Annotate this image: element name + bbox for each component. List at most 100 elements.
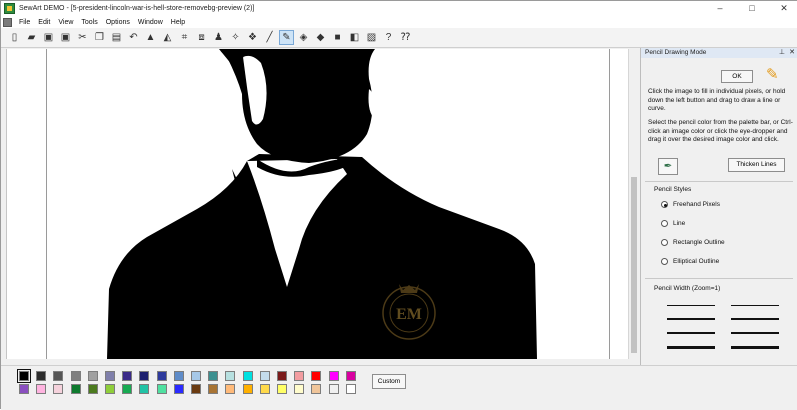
convert-button[interactable]: ◧ [347,30,362,45]
style-freehand[interactable]: Freehand Pixels [661,201,720,208]
style-rectangle[interactable]: Rectangle Outline [661,239,725,246]
color-swatch[interactable] [156,371,167,381]
cut-button[interactable]: ✂ [75,30,90,45]
color-swatch[interactable] [191,384,201,394]
new-file-button[interactable]: ▯ [7,30,22,45]
lincoln-silhouette-image[interactable]: EM [47,49,609,359]
undo-button[interactable]: ↶ [126,30,141,45]
eraser-button[interactable]: ◆ [313,30,328,45]
color-swatch[interactable] [345,384,356,394]
width-option-8[interactable] [731,346,779,349]
color-swatch[interactable] [17,369,31,383]
thicken-lines-button[interactable]: Thicken Lines [728,158,785,172]
width-option-6[interactable] [731,332,779,334]
color-swatch[interactable] [208,384,219,394]
color-swatch[interactable] [277,371,287,381]
menu-view[interactable]: View [54,19,77,26]
color-swatch[interactable] [328,371,339,381]
minimize-button[interactable]: – [709,1,731,16]
color-swatch[interactable] [225,371,236,381]
color-swatch[interactable] [36,371,47,381]
color-swatch[interactable] [70,371,81,381]
color-swatch[interactable] [294,384,305,394]
color-merge-button[interactable]: ❖ [245,30,260,45]
color-swatch[interactable] [105,384,115,394]
color-swatch[interactable] [191,371,201,381]
pin-icon[interactable]: ⊥ [779,48,785,58]
color-swatch[interactable] [242,371,253,381]
menu-edit[interactable]: Edit [34,19,54,26]
width-option-7[interactable] [667,346,715,349]
width-option-2[interactable] [731,305,779,306]
scrollbar-thumb[interactable] [631,177,637,353]
color-swatch[interactable] [19,384,29,394]
color-swatch[interactable] [225,384,236,394]
color-swatch[interactable] [259,371,270,381]
color-swatch[interactable] [139,371,150,381]
color-swatch[interactable] [70,384,81,394]
panel-close-icon[interactable]: ✕ [789,48,795,58]
document-menu-icon[interactable] [3,17,12,27]
width-option-5[interactable] [667,332,715,334]
open-folder-button[interactable]: ▰ [24,30,39,45]
radio-line[interactable] [661,220,668,227]
save-embroidery-button[interactable]: ▨ [364,30,379,45]
help-button[interactable]: ? [381,30,396,45]
color-swatch[interactable] [122,371,133,381]
crop-button[interactable]: ⌗ [177,30,192,45]
color-swatch[interactable] [53,371,64,381]
style-ellipse[interactable]: Elliptical Outline [661,258,719,265]
color-swatch[interactable] [277,384,287,394]
color-swatch[interactable] [311,384,322,394]
width-option-1[interactable] [667,305,715,306]
color-swatch[interactable] [122,384,133,394]
color-select-button[interactable]: ■ [330,30,345,45]
color-swatch[interactable] [156,384,167,394]
menu-help[interactable]: Help [167,19,189,26]
color-swatch[interactable] [87,384,98,394]
magic-wand-button[interactable]: ✧ [228,30,243,45]
color-swatch[interactable] [208,371,219,381]
radio-ellipse[interactable] [661,258,668,265]
close-button[interactable]: ✕ [773,1,795,16]
ok-button[interactable]: OK [721,70,753,83]
color-swatch[interactable] [173,371,184,381]
custom-color-button[interactable]: Custom [372,374,406,389]
style-line[interactable]: Line [661,220,685,227]
maximize-button[interactable]: □ [741,1,763,16]
color-swatch[interactable] [36,384,47,394]
color-swatch[interactable] [242,384,253,394]
radio-freehand[interactable] [661,201,668,208]
color-swatch[interactable] [259,384,270,394]
context-help-button[interactable]: ⁇ [398,30,413,45]
save-as-button[interactable]: ▣ [58,30,73,45]
color-swatch[interactable] [311,371,322,381]
flip-vertical-button[interactable]: ▲ [143,30,158,45]
width-option-4[interactable] [731,318,779,320]
width-option-3[interactable] [667,318,715,320]
save-button[interactable]: ▣ [41,30,56,45]
color-swatch[interactable] [345,371,356,381]
pencil-button[interactable]: ✎ [279,30,294,45]
menu-file[interactable]: File [15,19,34,26]
line-button[interactable]: ╱ [262,30,277,45]
menu-options[interactable]: Options [102,19,134,26]
color-swatch[interactable] [87,371,98,381]
flip-horizontal-button[interactable]: ◭ [160,30,175,45]
menu-window[interactable]: Window [134,19,167,26]
vertical-scrollbar[interactable] [628,49,638,359]
copy-button[interactable]: ❐ [92,30,107,45]
color-swatch[interactable] [105,371,115,381]
paste-button[interactable]: ▤ [109,30,124,45]
fill-button[interactable]: ◈ [296,30,311,45]
color-swatch[interactable] [328,384,339,394]
color-swatch[interactable] [294,371,305,381]
color-swatch[interactable] [53,384,64,394]
resize-button[interactable]: ⧈ [194,30,209,45]
color-swatch[interactable] [173,384,184,394]
stamp-button[interactable]: ♟ [211,30,226,45]
color-swatch[interactable] [139,384,150,394]
eyedropper-button[interactable]: ✒ [658,158,678,175]
radio-rectangle[interactable] [661,239,668,246]
menu-tools[interactable]: Tools [77,19,101,26]
